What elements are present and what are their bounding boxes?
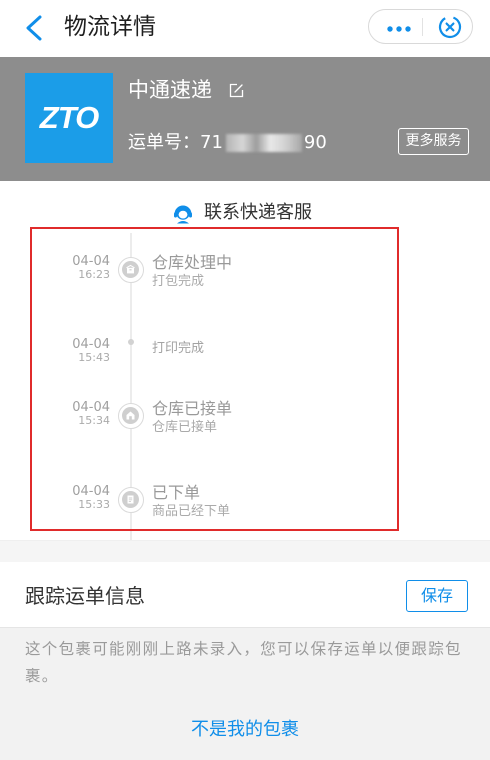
warehouse-icon <box>126 411 135 420</box>
timeline-date: 04-04 <box>72 337 110 352</box>
carrier-header: ZTO 中通速递 运单号： 71 90 更多服务 <box>0 57 490 181</box>
timeline-date: 04-04 <box>72 400 110 415</box>
waybill-end-digits: 90 <box>303 132 327 153</box>
package-icon <box>126 264 135 274</box>
chevron-left-icon <box>26 15 42 41</box>
timeline-marker <box>118 487 144 513</box>
back-button[interactable] <box>24 13 46 43</box>
timeline-marker <box>118 257 144 283</box>
order-icon <box>127 495 134 504</box>
close-circle-icon <box>438 15 462 39</box>
timeline-status: 仓库已接单 <box>152 399 233 418</box>
timeline-date: 04-04 <box>72 254 110 269</box>
waybill-number: 运单号： 71 90 <box>128 130 327 156</box>
timeline-detail: 仓库已接单 <box>152 420 218 435</box>
timeline-marker-fill <box>122 491 139 508</box>
edit-icon <box>229 83 244 98</box>
waybill-start-digits: 71 <box>200 132 223 153</box>
more-dots-icon <box>387 26 411 32</box>
section-divider <box>0 540 490 562</box>
contact-courier-button[interactable]: 联系快递客服 <box>172 200 312 226</box>
timeline-item: 04-04 15:43 打印完成 <box>0 336 490 376</box>
page-title: 物流详情 <box>64 14 156 40</box>
contact-courier-label: 联系快递客服 <box>204 202 312 223</box>
timeline-time: 15:34 <box>78 414 110 427</box>
timeline-marker-fill <box>122 407 139 424</box>
timeline-item: 04-04 15:34 仓库已接单 仓库已接单 <box>0 399 490 439</box>
close-button[interactable] <box>437 14 463 40</box>
nav-bar: 物流详情 <box>0 0 490 57</box>
timeline-detail: 打包完成 <box>152 274 205 289</box>
not-my-package-link[interactable]: 不是我的包裹 <box>0 719 490 741</box>
timeline-item: 04-04 15:33 已下单 商品已经下单 <box>0 483 490 523</box>
carrier-logo-text: ZTO <box>39 100 99 135</box>
timeline-time: 15:33 <box>78 498 110 511</box>
carrier-name: 中通速递 <box>128 78 212 102</box>
waybill-label: 运单号： <box>128 132 200 153</box>
timeline-detail: 商品已经下单 <box>152 504 231 519</box>
timeline-dot <box>128 339 134 345</box>
redacted-digits <box>225 134 302 152</box>
timeline-status: 已下单 <box>152 483 201 502</box>
capsule-divider <box>422 18 423 36</box>
more-button[interactable] <box>379 14 419 40</box>
tracking-title: 跟踪运单信息 <box>25 584 145 608</box>
timeline-date: 04-04 <box>72 484 110 499</box>
more-services-button[interactable]: 更多服务 <box>398 128 469 155</box>
edit-button[interactable] <box>229 83 244 98</box>
timeline-item: 04-04 16:23 仓库处理中 打包完成 <box>0 253 490 293</box>
capsule-menu <box>368 9 473 44</box>
carrier-logo: ZTO <box>25 73 113 163</box>
tracking-note: 这个包裹可能刚刚上路未录入，您可以保存运单以便跟踪包裹。 <box>25 640 462 685</box>
customer-service-icon <box>174 205 192 224</box>
timeline-time: 15:43 <box>78 351 110 364</box>
tracking-section: 跟踪运单信息 保存 <box>0 562 490 628</box>
tracking-note-area: 这个包裹可能刚刚上路未录入，您可以保存运单以便跟踪包裹。 不是我的包裹 <box>0 628 490 760</box>
timeline-marker <box>118 403 144 429</box>
save-button[interactable]: 保存 <box>406 580 468 612</box>
timeline-marker-fill <box>122 261 139 278</box>
timeline-status: 仓库处理中 <box>152 253 233 272</box>
timeline-time: 16:23 <box>78 268 110 281</box>
timeline-detail: 打印完成 <box>152 341 205 356</box>
